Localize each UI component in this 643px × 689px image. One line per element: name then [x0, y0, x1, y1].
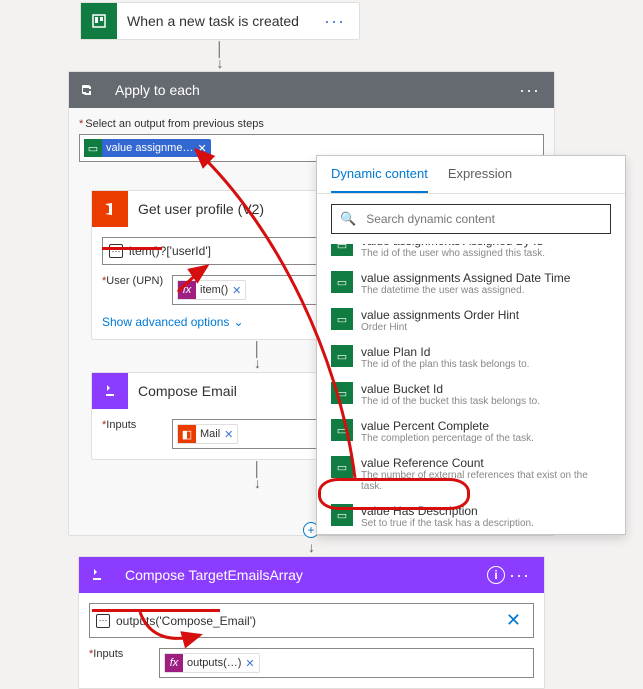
dc-item-desc: The id of the plan this task belongs to.	[361, 359, 611, 370]
dynamic-content-item[interactable]: ▭ value Percent CompleteThe completion pe…	[325, 413, 617, 450]
dc-item-desc: Set to true if the task has a descriptio…	[361, 518, 611, 529]
dc-item-desc: The datetime the user was assigned.	[361, 285, 611, 296]
peek-expression: outputs('Compose_Email')	[116, 614, 256, 628]
dc-item-title: value assignments Order Hint	[361, 308, 611, 322]
inputs-label: *Inputs	[102, 419, 172, 449]
dc-item-desc: Order Hint	[361, 322, 611, 333]
peek-expression: item()?['userId']	[129, 244, 211, 258]
foreach-menu-icon[interactable]: ···	[515, 80, 544, 101]
foreach-title: Apply to each	[115, 82, 515, 98]
compose-icon	[79, 557, 115, 593]
dynamic-content-item[interactable]: ▭value assignments Assigned By IdThe id …	[325, 244, 617, 265]
fx-icon: fx	[178, 281, 196, 299]
dynamic-content-flyout: Dynamic content Expression 🔍 ▭value assi…	[316, 155, 626, 535]
peek-code-box[interactable]: ⋯ outputs('Compose_Email') ✕	[89, 603, 534, 638]
peek-icon: ⋯	[109, 244, 123, 258]
dynamic-content-item[interactable]: ▭ value Plan IdThe id of the plan this ta…	[325, 339, 617, 376]
trigger-menu-icon[interactable]: ···	[320, 11, 349, 32]
search-icon: 🔍	[340, 211, 356, 227]
token-label: item()	[200, 284, 228, 296]
dc-item-title: value Percent Complete	[361, 419, 611, 433]
compose-target-title: Compose TargetEmailsArray	[125, 567, 487, 583]
dynamic-content-item[interactable]: ▭ value Reference CountThe number of exte…	[325, 450, 617, 498]
office365-icon	[92, 191, 128, 227]
foreach-icon	[69, 72, 105, 108]
dc-item-title: value Reference Count	[361, 456, 611, 470]
token-label: value assignme…	[106, 142, 193, 154]
planner-output-icon: ▭	[331, 382, 353, 404]
dc-item-desc: The number of external references that e…	[361, 470, 611, 492]
show-advanced-link[interactable]: Show advanced options ⌄	[102, 315, 244, 329]
tab-dynamic-content[interactable]: Dynamic content	[331, 156, 428, 193]
dc-item-desc: The id of the bucket this task belongs t…	[361, 396, 611, 407]
planner-output-icon: ▭	[331, 345, 353, 367]
search-input[interactable]	[364, 211, 602, 227]
chevron-down-icon: ⌄	[233, 315, 243, 329]
planner-output-icon: ▭	[331, 308, 353, 330]
close-peek-icon[interactable]: ✕	[500, 610, 527, 631]
dynamic-content-item[interactable]: ▭ value Has DescriptionSet to true if the…	[325, 498, 617, 534]
dynamic-content-item[interactable]: ▭ value Bucket IdThe id of the bucket thi…	[325, 376, 617, 413]
select-output-label: *Select an output from previous steps	[79, 118, 544, 130]
planner-icon	[81, 3, 117, 39]
token-label: Mail	[200, 428, 220, 440]
compose-target-menu-icon[interactable]: ···	[505, 565, 534, 586]
token-remove-icon[interactable]: ✕	[245, 657, 254, 670]
dc-item-desc: The completion percentage of the task.	[361, 433, 611, 444]
dynamic-content-item[interactable]: ▭ value assignments Order HintOrder Hint	[325, 302, 617, 339]
compose-icon	[92, 373, 128, 409]
inputs-label: *Inputs	[89, 648, 159, 678]
dc-item-title: value assignments Assigned Date Time	[361, 271, 611, 285]
upn-label: *User (UPN)	[102, 275, 172, 305]
token-item-expr[interactable]: fx item() ✕	[177, 280, 246, 300]
token-remove-icon[interactable]: ✕	[197, 142, 206, 155]
token-mail[interactable]: ◧ Mail ✕	[177, 424, 238, 444]
dc-item-desc: The id of the user who assigned this tas…	[361, 248, 611, 259]
dynamic-content-item[interactable]: ▭ value assignments Assigned Date TimeThe…	[325, 265, 617, 302]
search-box[interactable]: 🔍	[331, 204, 611, 234]
planner-token-icon: ▭	[84, 139, 102, 157]
dc-item-title: value Bucket Id	[361, 382, 611, 396]
token-remove-icon[interactable]: ✕	[232, 284, 241, 297]
info-icon[interactable]: i	[487, 566, 505, 584]
dc-item-title: value Plan Id	[361, 345, 611, 359]
dc-item-title: value Has Description	[361, 504, 611, 518]
compose-target-input[interactable]: fx outputs(…) ✕	[159, 648, 534, 678]
connector-arrow: ↓	[68, 538, 555, 556]
fx-icon: fx	[165, 654, 183, 672]
token-label: outputs(…)	[187, 657, 241, 669]
tab-expression[interactable]: Expression	[448, 156, 512, 193]
peek-icon: ⋯	[96, 614, 110, 628]
planner-output-icon: ▭	[331, 244, 353, 256]
token-remove-icon[interactable]: ✕	[224, 428, 233, 441]
connector-arrow: │↓	[80, 40, 360, 72]
token-outputs-expr[interactable]: fx outputs(…) ✕	[164, 653, 260, 673]
planner-output-icon: ▭	[331, 271, 353, 293]
planner-output-icon: ▭	[331, 419, 353, 441]
planner-output-icon: ▭	[331, 456, 353, 478]
office365-token-icon: ◧	[178, 425, 196, 443]
planner-output-icon: ▭	[331, 504, 353, 526]
token-value-assignments[interactable]: ▭ value assignme… ✕	[84, 139, 211, 157]
trigger-title: When a new task is created	[127, 13, 320, 29]
